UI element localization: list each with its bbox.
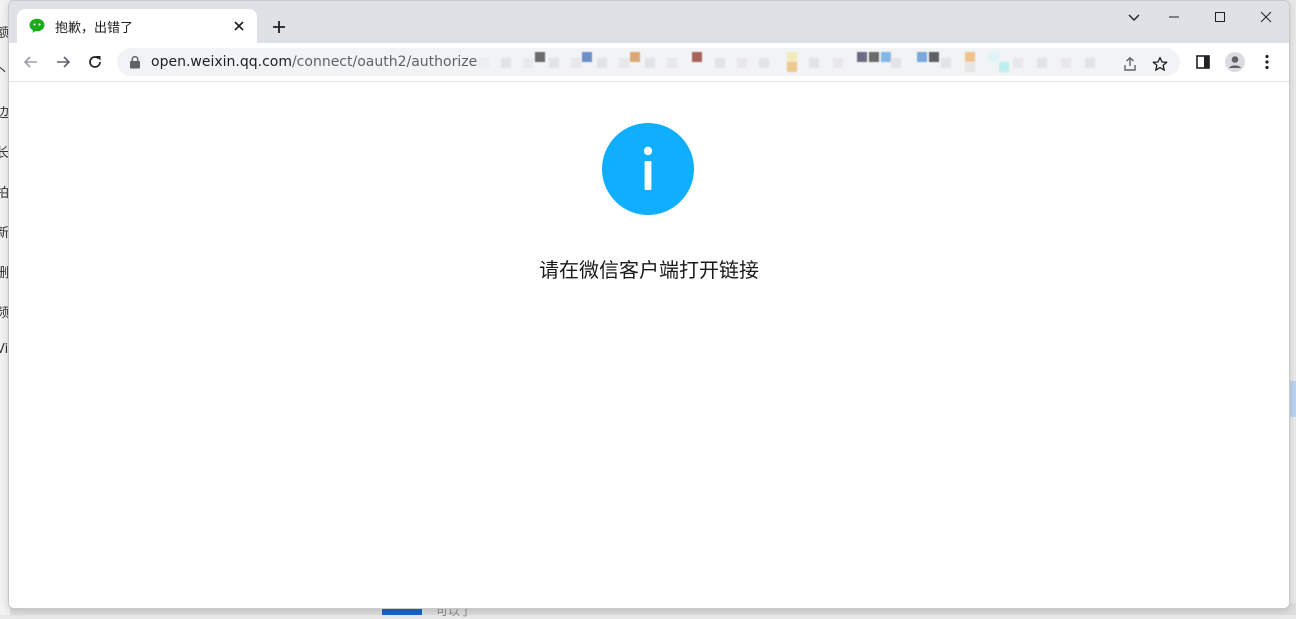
side-panel-button[interactable] — [1189, 48, 1217, 76]
minimize-button[interactable] — [1151, 1, 1197, 33]
plus-icon — [273, 21, 285, 33]
tab-search-button[interactable] — [1119, 5, 1149, 31]
forward-arrow-icon — [57, 56, 71, 68]
wechat-icon — [29, 17, 47, 35]
url-domain: open.weixin.qq.com — [151, 54, 292, 70]
more-vert-icon — [1265, 54, 1269, 70]
profile-icon — [1225, 52, 1245, 72]
tab-title: 抱歉，出错了 — [55, 20, 134, 36]
menu-button[interactable] — [1253, 48, 1281, 76]
address-bar[interactable]: open.weixin.qq.com/connect/oauth2/author… — [117, 48, 1180, 76]
page-content: 请在微信客户端打开链接 — [9, 82, 1289, 608]
minimize-icon — [1169, 16, 1179, 18]
back-button[interactable] — [17, 48, 45, 76]
redacted-url-query — [479, 48, 1180, 76]
close-icon[interactable] — [227, 14, 251, 38]
url-text[interactable]: open.weixin.qq.com/connect/oauth2/author… — [151, 54, 477, 70]
window-controls — [1151, 1, 1289, 33]
new-tab-button[interactable] — [267, 15, 291, 39]
active-tab[interactable]: 抱歉，出错了 — [17, 9, 257, 43]
reload-icon — [89, 56, 101, 68]
reload-button[interactable] — [81, 48, 109, 76]
forward-button[interactable] — [49, 48, 77, 76]
chevron-down-icon — [1128, 14, 1140, 21]
back-arrow-icon — [23, 56, 37, 68]
star-icon[interactable] — [1150, 54, 1170, 74]
side-panel-icon — [1196, 55, 1210, 69]
lock-icon[interactable] — [127, 54, 143, 70]
share-icon[interactable] — [1120, 54, 1140, 74]
maximize-button[interactable] — [1197, 1, 1243, 33]
url-path: /connect/oauth2/authorize — [291, 54, 478, 70]
close-icon — [1260, 11, 1272, 23]
profile-button[interactable] — [1221, 48, 1249, 76]
browser-window: 抱歉，出错了 open.weixin.qq.com/connect/oauth2… — [8, 0, 1290, 609]
page-message: 请在微信客户端打开链接 — [539, 258, 759, 282]
close-window-button[interactable] — [1243, 1, 1289, 33]
info-icon — [602, 123, 694, 215]
browser-toolbar: open.weixin.qq.com/connect/oauth2/author… — [9, 43, 1289, 82]
maximize-icon — [1215, 12, 1225, 22]
tab-strip: 抱歉，出错了 — [9, 1, 1289, 43]
